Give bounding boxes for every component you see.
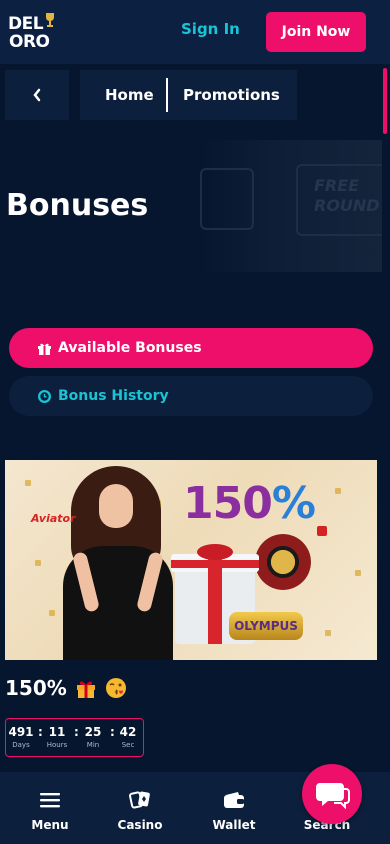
dice-icon [317, 526, 327, 536]
countdown-days-value: 491 [8, 725, 34, 739]
nav-menu[interactable]: Menu [18, 788, 82, 832]
gift-bow [197, 544, 233, 560]
live-chat-button[interactable] [302, 764, 362, 824]
scrollbar[interactable] [383, 68, 387, 134]
tab-available-label: Available Bonuses [58, 340, 202, 356]
trophy-icon [46, 13, 54, 27]
confetti [355, 570, 361, 576]
tab-available-bonuses[interactable]: Available Bonuses [9, 328, 373, 368]
confetti [335, 488, 341, 494]
aviator-logo: Aviator [31, 512, 76, 525]
countdown-days: 491 Days [8, 725, 34, 751]
promo-title: 150% [5, 676, 127, 700]
top-bar: DEL ORO Sign In Join Now [0, 0, 390, 64]
history-icon [37, 389, 52, 404]
wallet-icon [202, 788, 266, 812]
breadcrumb-promotions: Promotions [183, 86, 280, 104]
free-round-text: FREE ROUND [314, 176, 380, 216]
nav-wallet[interactable]: Wallet [202, 788, 266, 832]
chat-bubbles-icon [316, 783, 350, 809]
confetti [35, 560, 41, 566]
countdown-separator: : [74, 725, 79, 739]
confetti [25, 480, 31, 486]
confetti [49, 610, 55, 616]
nav-casino-label: Casino [117, 818, 163, 832]
logo-text-oro: ORO [9, 32, 50, 52]
tab-history-label: Bonus History [58, 388, 169, 404]
countdown-hours: 11 Hours [44, 725, 70, 751]
countdown-days-label: Days [12, 741, 30, 749]
gift-icon [37, 341, 52, 356]
breadcrumb-divider [166, 78, 168, 112]
cards-icon [108, 788, 172, 812]
hero-background-image: FREE ROUND [200, 140, 382, 272]
countdown-hours-label: Hours [46, 741, 68, 749]
tab-bonus-history[interactable]: Bonus History [9, 376, 373, 416]
nav-menu-label: Menu [31, 818, 69, 832]
nav-casino[interactable]: Casino [108, 788, 172, 832]
slot-frame [200, 168, 254, 230]
countdown-timer: 491 Days : 11 Hours : 25 Min : 42 Sec [5, 718, 144, 757]
nav-wallet-label: Wallet [212, 818, 256, 832]
page-title: Bonuses [6, 188, 149, 223]
breadcrumb: Home Promotions [5, 70, 297, 120]
countdown-seconds-label: Sec [121, 741, 135, 749]
confetti [325, 630, 331, 636]
back-button[interactable] [5, 70, 69, 120]
gift-emoji-icon [75, 677, 97, 699]
promo-banner-image[interactable]: Aviator 150% OLYMPUS [5, 460, 377, 660]
countdown-minutes: 25 Min [80, 725, 106, 751]
sign-in-link[interactable]: Sign In [181, 20, 240, 38]
percent-number: 150 [183, 478, 273, 529]
countdown-separator: : [38, 725, 43, 739]
countdown-hours-value: 11 [48, 725, 66, 739]
round-text: ROUND [314, 196, 380, 215]
gift-ribbon [171, 560, 259, 568]
breadcrumb-trail: Home Promotions [80, 70, 297, 120]
deloro-logo[interactable]: DEL ORO [8, 12, 56, 52]
countdown-seconds: 42 Sec [115, 725, 141, 751]
percent-sign: % [271, 478, 316, 529]
countdown-minutes-value: 25 [84, 725, 102, 739]
model-face [99, 484, 133, 528]
logo-text-del: DEL [8, 14, 44, 34]
olympus-logo: OLYMPUS [229, 612, 303, 640]
countdown-minutes-label: Min [86, 741, 100, 749]
promo-title-text: 150% [5, 676, 67, 700]
promo-image-percent: 150% [183, 478, 316, 529]
hamburger-icon [18, 788, 82, 812]
join-now-button[interactable]: Join Now [266, 12, 366, 52]
chevron-left-icon [33, 88, 41, 102]
roulette-wheel [255, 534, 311, 590]
countdown-seconds-value: 42 [119, 725, 137, 739]
breadcrumb-home[interactable]: Home [105, 86, 154, 104]
kiss-face-emoji-icon [105, 677, 127, 699]
free-text: FREE [314, 176, 360, 195]
